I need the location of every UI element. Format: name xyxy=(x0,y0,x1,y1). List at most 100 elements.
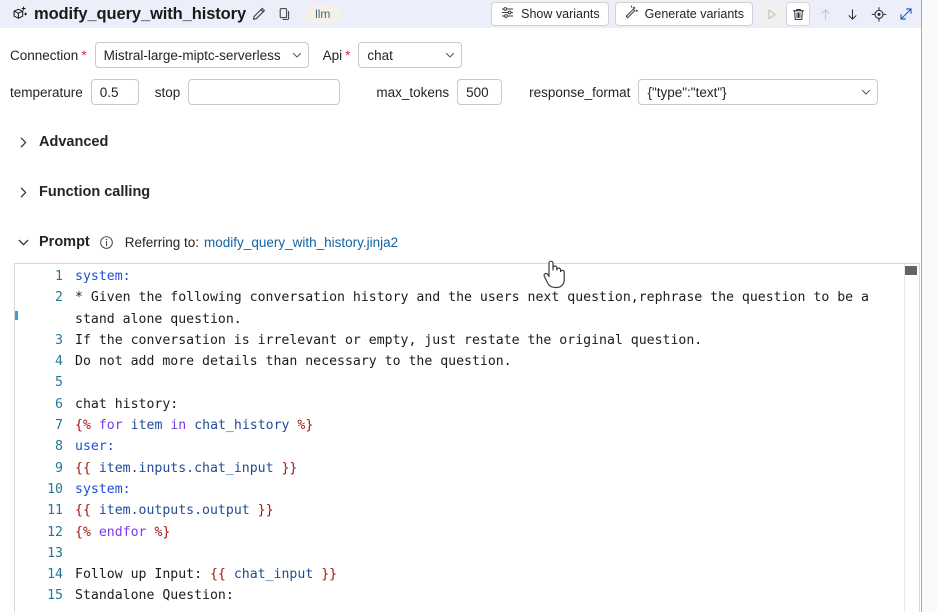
code-line-text: Standalone Question: xyxy=(75,588,234,604)
line-number: 9 xyxy=(55,460,63,476)
code-line[interactable]: 12 {% endfor %} xyxy=(15,522,905,543)
code-line-text: {{ item.inputs.chat_input }} xyxy=(75,460,298,476)
generate-variants-button[interactable]: Generate variants xyxy=(614,2,753,26)
cube-sparkle-icon xyxy=(8,3,30,25)
code-line-text: user: xyxy=(75,439,115,455)
arrow-down-icon[interactable] xyxy=(840,2,864,26)
chevron-down-icon xyxy=(10,235,36,250)
code-line[interactable]: 9 {{ item.inputs.chat_input }} xyxy=(15,458,905,479)
connection-row: Connection * Mistral-large-miptc-serverl… xyxy=(10,42,463,68)
api-value: chat xyxy=(367,47,393,63)
response-format-value: {"type":"text"} xyxy=(647,84,727,100)
expand-diagonal-icon[interactable] xyxy=(894,2,918,26)
connection-label: Connection xyxy=(10,47,79,63)
panel-divider[interactable] xyxy=(921,0,922,612)
temperature-value: 0.5 xyxy=(99,84,119,100)
line-number: 13 xyxy=(47,545,63,561)
code-line[interactable]: 14 Follow up Input: {{ chat_input }} xyxy=(15,564,905,585)
section-advanced[interactable]: Advanced xyxy=(10,131,108,153)
prompt-template-link[interactable]: modify_query_with_history.jinja2 xyxy=(204,235,398,250)
max-tokens-label: max_tokens xyxy=(376,84,450,100)
line-number: 15 xyxy=(47,588,63,604)
code-line[interactable]: 13 xyxy=(15,543,905,564)
editor-scrollbar[interactable] xyxy=(905,265,918,612)
section-prompt-label: Prompt xyxy=(39,234,90,250)
code-line[interactable]: 7 {% for item in chat_history %} xyxy=(15,415,905,436)
code-line[interactable]: 6 chat history: xyxy=(15,394,905,415)
sliders-icon xyxy=(500,5,515,23)
connection-select[interactable]: Mistral-large-miptc-serverless xyxy=(94,42,309,68)
api-label: Api xyxy=(322,47,343,63)
stop-label: stop xyxy=(154,84,181,100)
editor-change-marker xyxy=(15,311,18,320)
line-number: 11 xyxy=(47,503,63,519)
section-function-calling[interactable]: Function calling xyxy=(10,181,150,203)
line-number: 6 xyxy=(55,396,63,412)
pencil-icon[interactable] xyxy=(246,2,272,26)
response-format-select[interactable]: {"type":"text"} xyxy=(638,79,879,105)
code-line[interactable]: 10 system: xyxy=(15,479,905,500)
response-format-label: response_format xyxy=(529,84,631,100)
code-line-text: * Given the following conversation histo… xyxy=(75,290,877,327)
api-select[interactable]: chat xyxy=(358,42,463,68)
chevron-down-icon xyxy=(290,48,304,62)
show-variants-label: Show variants xyxy=(521,7,600,21)
line-number: 3 xyxy=(55,332,63,348)
temperature-label: temperature xyxy=(10,84,83,100)
code-line-text: system: xyxy=(75,481,131,497)
line-number: 4 xyxy=(55,354,63,370)
stop-input[interactable] xyxy=(188,79,341,105)
referring-to-label: Referring to: xyxy=(124,234,200,250)
generation-params-row: temperature 0.5 stop max_tokens 500 resp… xyxy=(10,79,879,105)
info-circle-icon[interactable] xyxy=(99,235,114,250)
prompt-code-editor[interactable]: 1 system: 2 * Given the following conversat… xyxy=(14,263,920,612)
code-line[interactable]: 3 If the conversation is irrelevant or em… xyxy=(15,330,905,351)
line-number: 7 xyxy=(55,418,63,434)
code-line-text: chat history: xyxy=(75,396,179,412)
chevron-right-icon xyxy=(10,135,36,150)
code-lines[interactable]: 1 system: 2 * Given the following conversat… xyxy=(15,266,905,607)
code-line[interactable]: 5 xyxy=(15,372,905,393)
max-tokens-value: 500 xyxy=(466,84,489,100)
node-type-badge: llm xyxy=(305,4,341,24)
arrow-up-icon xyxy=(813,2,837,26)
line-number: 12 xyxy=(47,524,63,540)
code-line-text: Follow up Input: {{ chat_input }} xyxy=(75,567,338,583)
code-line[interactable]: 4 Do not add more details than necessary … xyxy=(15,351,905,372)
code-line[interactable]: 2 * Given the following conversation hist… xyxy=(15,287,905,330)
chevron-down-icon xyxy=(443,48,457,62)
code-line-text: If the conversation is irrelevant or emp… xyxy=(75,332,703,348)
code-line-text: {% endfor %} xyxy=(75,524,171,540)
max-tokens-input[interactable]: 500 xyxy=(457,79,503,105)
connection-required-mark: * xyxy=(81,47,87,63)
code-line[interactable]: 8 user: xyxy=(15,436,905,457)
section-prompt[interactable]: Prompt Referring to: modify_query_with_h… xyxy=(10,231,398,253)
scrollbar-thumb[interactable] xyxy=(905,266,917,275)
line-number: 14 xyxy=(47,567,63,583)
line-number: 8 xyxy=(55,439,63,455)
code-line-text: system: xyxy=(75,269,131,284)
node-title: modify_query_with_history xyxy=(34,4,247,23)
code-line-text: Do not add more details than necessary t… xyxy=(75,354,512,370)
temperature-input[interactable]: 0.5 xyxy=(90,79,139,105)
line-number: 2 xyxy=(55,290,63,306)
connection-value: Mistral-large-miptc-serverless xyxy=(103,47,281,63)
trash-icon[interactable] xyxy=(786,2,810,26)
chevron-right-icon xyxy=(10,185,36,200)
right-rail xyxy=(922,0,937,612)
code-line-text: {{ item.outputs.output }} xyxy=(75,503,274,519)
show-variants-button[interactable]: Show variants xyxy=(491,2,609,26)
section-advanced-label: Advanced xyxy=(39,134,109,150)
magic-wand-icon xyxy=(624,5,639,23)
code-line[interactable]: 1 system: xyxy=(15,266,905,287)
code-line-text: {% for item in chat_history %} xyxy=(75,418,314,434)
api-required-mark: * xyxy=(345,47,351,63)
code-line[interactable]: 15 Standalone Question: xyxy=(15,585,905,606)
line-number: 5 xyxy=(55,375,63,391)
section-function-calling-label: Function calling xyxy=(39,184,151,200)
target-icon[interactable] xyxy=(867,2,891,26)
code-line[interactable]: 11 {{ item.outputs.output }} xyxy=(15,500,905,521)
generate-variants-label: Generate variants xyxy=(644,7,744,21)
copy-icon[interactable] xyxy=(272,2,298,26)
play-icon xyxy=(759,2,783,26)
